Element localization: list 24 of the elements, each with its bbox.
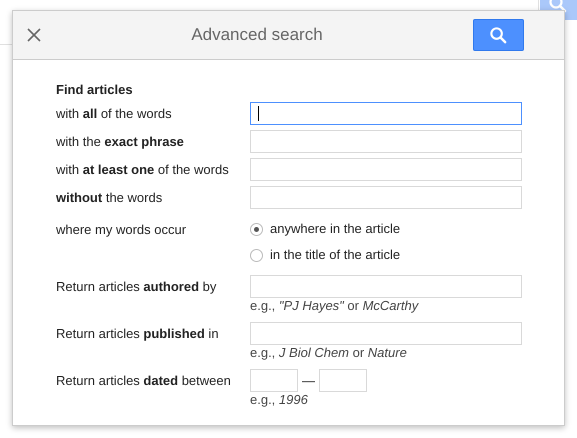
- field-label: Return articles authored by: [56, 278, 218, 296]
- radio-label[interactable]: anywhere in the article: [270, 220, 400, 238]
- dialog-title: Advanced search: [190, 25, 324, 45]
- input-field[interactable]: [250, 102, 522, 125]
- hint-text: e.g., 1996: [250, 392, 309, 408]
- field-label: without the words: [56, 189, 164, 207]
- hint-text: e.g., J Biol Chem or Nature: [250, 345, 408, 361]
- field-label: with all of the words: [56, 105, 173, 123]
- close-button[interactable]: [27, 28, 41, 42]
- range-separator: —: [302, 373, 315, 388]
- radio-button[interactable]: [250, 248, 263, 262]
- search-icon: [489, 26, 508, 44]
- section-title: Find articles: [56, 82, 133, 97]
- field-label: where my words occur: [56, 221, 188, 239]
- radio-button[interactable]: [250, 222, 263, 236]
- search-button[interactable]: [473, 19, 524, 51]
- field-label: Return articles dated between: [56, 372, 232, 390]
- close-icon: [27, 28, 41, 42]
- hint-text: e.g., "PJ Hayes" or McCarthy: [250, 298, 420, 314]
- field-label: Return articles published in: [56, 325, 220, 343]
- text-cursor: [258, 106, 259, 121]
- field-label: with at least one of the words: [56, 161, 230, 179]
- radio-label[interactable]: in the title of the article: [270, 246, 400, 264]
- field-label: with the exact phrase: [56, 133, 185, 151]
